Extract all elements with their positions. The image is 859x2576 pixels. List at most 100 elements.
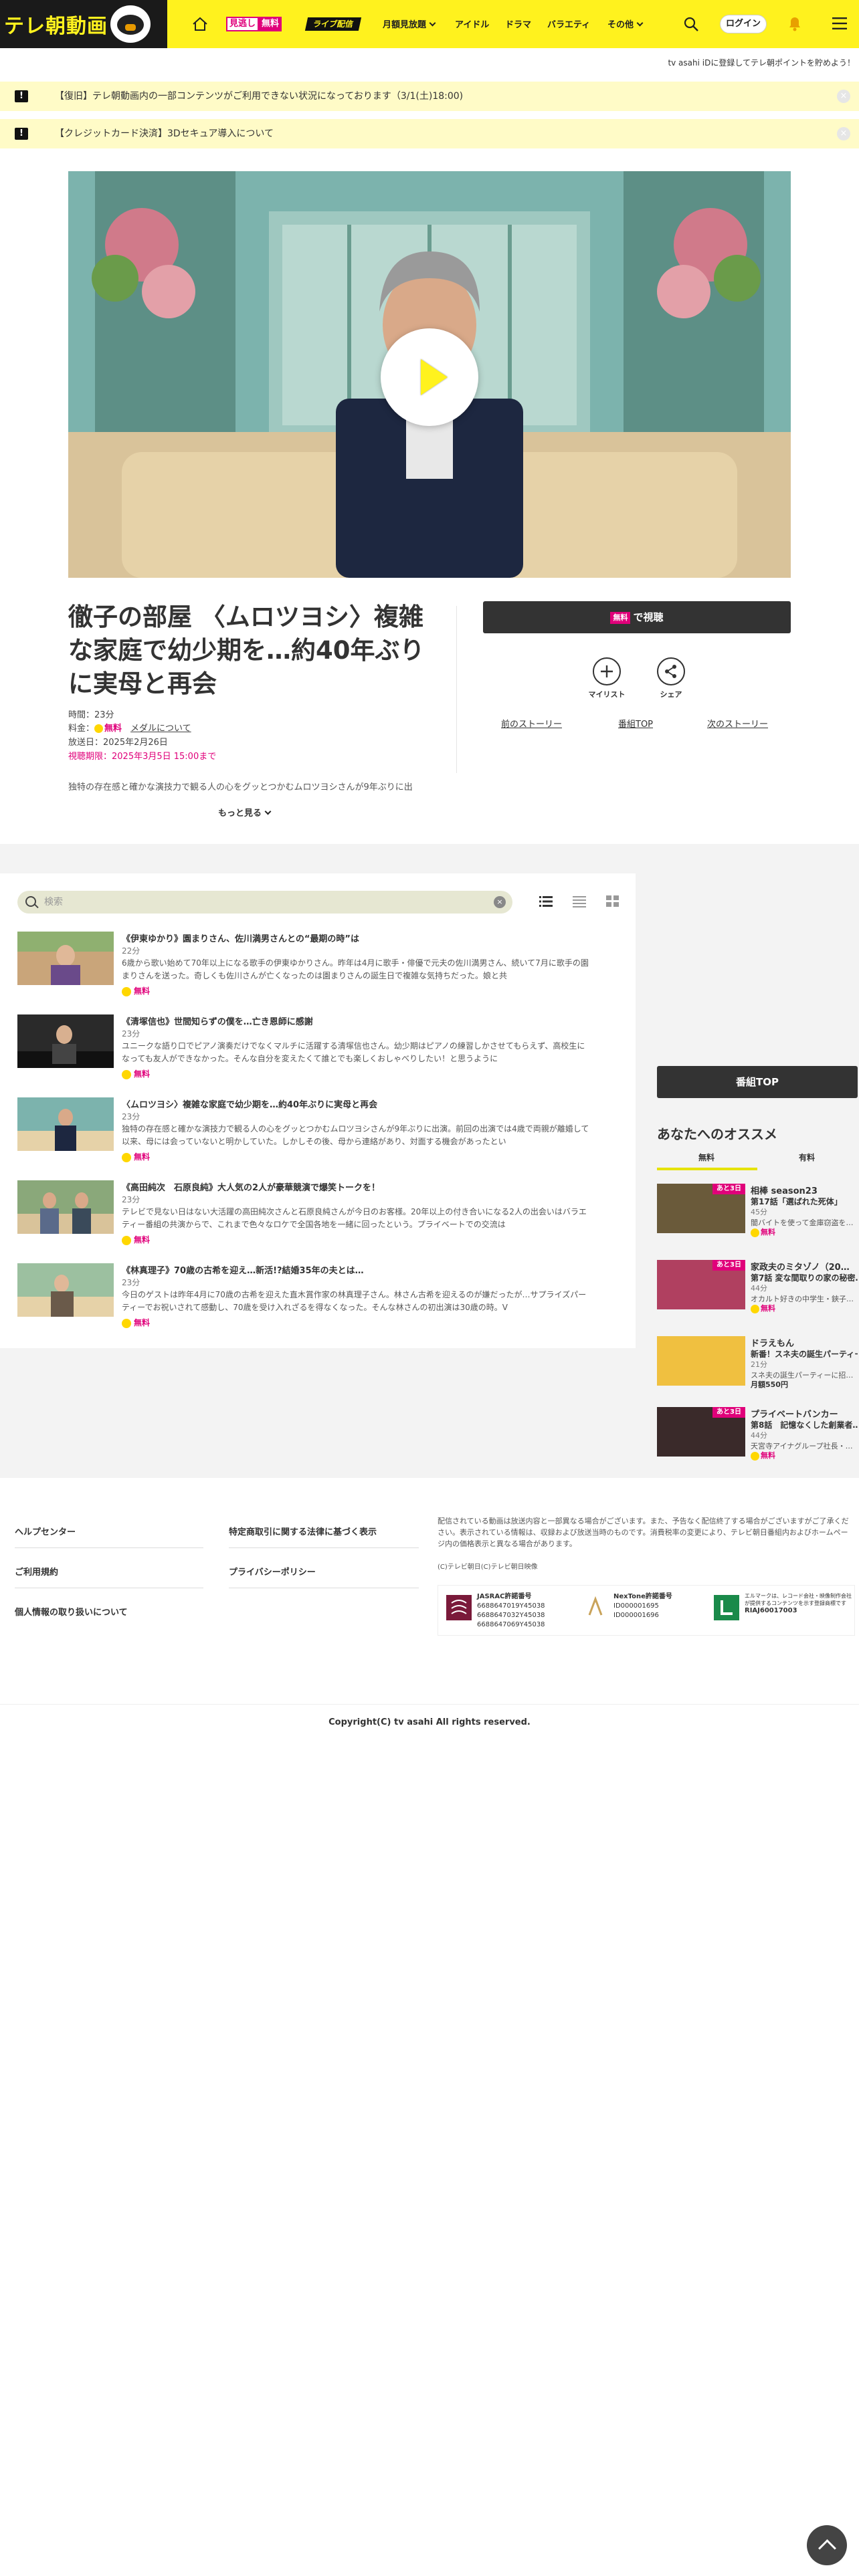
share-label: シェア (660, 690, 682, 699)
close-icon[interactable]: × (837, 90, 850, 103)
price-free: 無料 (104, 724, 122, 734)
episode-duration: 23分 (122, 1029, 140, 1039)
days-left-badge: あと3日 (712, 1407, 745, 1418)
nav-variety[interactable]: バラエティ (547, 17, 590, 30)
live-badge[interactable]: ライブ配信 (304, 17, 362, 31)
chevron-down-icon (429, 19, 436, 27)
hamburger-menu-icon[interactable] (832, 17, 847, 29)
list-item[interactable]: 《林真理子》70歳の古希を迎え…新活!?結婚35年の夫とは… 23分 今日のゲス… (17, 1263, 593, 1333)
license-box: JASRAC許諾番号 6688647019Y45038 6688647032Y4… (438, 1585, 855, 1636)
price-label: 無料 (761, 1304, 775, 1313)
l-mark-icon (714, 1595, 739, 1620)
coin-icon (751, 1228, 759, 1237)
recommend-thumbnail: あと3日 (657, 1407, 745, 1457)
close-icon[interactable]: × (837, 127, 850, 140)
home-icon[interactable] (191, 16, 209, 32)
list-item[interactable]: 《高田純次 石原良純》大人気の2人が豪華競演で爆笑トークを！ 23分 テレビで見… (17, 1180, 593, 1250)
footer-terms-link[interactable]: ご利用規約 (15, 1565, 58, 1578)
logo-text: テレ朝動画 (4, 15, 108, 38)
login-button[interactable]: ログイン (720, 15, 767, 33)
nav-drama[interactable]: ドラマ (505, 17, 531, 30)
free-label: 無料 (259, 17, 282, 31)
program-top-button[interactable]: 番組TOP (657, 1066, 858, 1098)
footer-help-link[interactable]: ヘルプセンター (15, 1525, 76, 1537)
recommend-title: プライベートバンカー (751, 1410, 838, 1420)
tab-paid[interactable]: 有料 (799, 1152, 815, 1163)
prev-story-link[interactable]: 前のストーリー (501, 717, 562, 730)
episode-description: 6歳から歌い始めて70年以上になる歌手の伊東ゆかりさん。昨年は4月に歌手・俳優で… (122, 958, 589, 980)
footer-privacy-policy-link[interactable]: プライバシーポリシー (229, 1565, 316, 1578)
nav-monthly[interactable]: 月額見放題 (383, 17, 436, 30)
search-icon[interactable] (683, 16, 699, 32)
show-more-button[interactable]: もっと見る (218, 806, 272, 819)
site-logo[interactable]: テレ朝動画 (0, 0, 167, 48)
nav-idol[interactable]: アイドル (455, 17, 489, 30)
episode-thumbnail (17, 1180, 114, 1234)
nextone-number: ID000001695 (613, 1602, 659, 1610)
list-item[interactable]: 〈ムロツヨシ〉複雑な家庭で幼少期を…約40年ぶりに実母と再会 23分 独特の存在… (17, 1097, 593, 1167)
divider (229, 1547, 419, 1548)
video-player[interactable] (68, 171, 791, 578)
show-more-label: もっと見る (218, 809, 262, 819)
recommend-item[interactable]: あと3日 家政夫のミタゾノ（20… 第7話 変な間取りの家の秘密… 44分 オカ… (657, 1260, 858, 1313)
recommend-item[interactable]: ドラえもん 新番！スネ夫の誕生パーティー… 21分 スネ夫の誕生パーティーに招…… (657, 1336, 858, 1390)
recommend-item[interactable]: あと3日 相棒 season23 第17話「選ばれた死体」 45分 闇バイトを使… (657, 1184, 858, 1237)
episode-search-input[interactable]: 検索 × (17, 891, 512, 914)
list-item[interactable]: 《伊東ゆかり》園まりさん、佐川満男さんとの“最期の時”は 22分 6歳から歌い始… (17, 932, 593, 1001)
play-button[interactable] (381, 328, 478, 426)
notice-text: 【クレジットカード決済】3Dセキュア導入について (55, 128, 274, 139)
clear-icon[interactable]: × (494, 896, 506, 908)
recommend-title: あなたへのオススメ (657, 1126, 777, 1142)
jasrac-title: JASRAC許諾番号 (477, 1593, 532, 1600)
footer-privacy-handling-link[interactable]: 個人情報の取り扱いについて (15, 1605, 128, 1618)
days-left-badge: あと3日 (712, 1260, 745, 1271)
share-button[interactable] (657, 657, 685, 685)
next-story-link[interactable]: 次のストーリー (707, 717, 768, 730)
recommend-duration: 44分 (751, 1284, 767, 1293)
detail-view-icon[interactable] (573, 895, 586, 907)
nav-other-label: その他 (607, 20, 634, 30)
nextone-info: NexTone許諾番号 ID000001695 ID000001696 (613, 1592, 672, 1620)
episode-duration: 時間：23分 (68, 710, 114, 720)
lmark-number: RIAJ60017003 (745, 1607, 797, 1614)
notification-bell-icon[interactable] (787, 15, 803, 32)
episode-description: 独特の存在感と確かな演技力で観る人の心をグッとつかむムロツヨシさんが9年ぶりに出 (68, 782, 413, 792)
missed-free-badge[interactable]: 見逃し 無料 (226, 17, 282, 31)
episode-description: ユニークな語り口でピアノ演奏だけでなくマルチに活躍する清塚信也さん。幼少期はピア… (122, 1041, 585, 1063)
nextone-title: NexTone許諾番号 (613, 1593, 672, 1600)
point-banner[interactable]: tv asahi iDに登録してテレ朝ポイントを貯めよう！ (0, 48, 859, 78)
footer-commercial-law-link[interactable]: 特定商取引に関する法律に基づく表示 (229, 1525, 377, 1537)
episode-duration: 23分 (122, 1278, 140, 1287)
notice-bar-3dsecure[interactable]: 【クレジットカード決済】3Dセキュア導入について × (0, 119, 859, 148)
grid-view-icon[interactable] (606, 895, 619, 907)
episode-duration: 23分 (122, 1112, 140, 1121)
episode-deadline: 視聴期限：2025年3月5日 15:00まで (68, 752, 217, 762)
back-to-top-button[interactable] (807, 2525, 847, 2565)
episode-title: 徹子の部屋 〈ムロツヨシ〉複雑な家庭で幼少期を…約40年ぶりに実母と再会 (68, 603, 425, 698)
recommend-subtitle: 新番！スネ夫の誕生パーティー… (751, 1350, 858, 1359)
jasrac-number: 6688647019Y45038 (477, 1602, 545, 1610)
footer-rights: (C)テレビ朝日(C)テレビ朝日映像 (438, 1564, 538, 1571)
lmark-info: エルマークは、レコード会社・映像制作会社が提供するコンテンツを示す登録商標です … (745, 1592, 852, 1614)
mylist-button[interactable] (593, 657, 621, 685)
coin-icon (122, 986, 131, 996)
tab-free[interactable]: 無料 (698, 1152, 714, 1163)
episode-thumbnail (17, 1263, 114, 1317)
list-item[interactable]: 《清塚信也》世間知らずの僕を…亡き恩師に感謝 23分 ユニークな語り口でピアノ演… (17, 1014, 593, 1084)
divider (0, 1704, 859, 1705)
free-badge: 無料 (610, 612, 631, 624)
recommend-item[interactable]: あと3日 プライベートバンカー 第8話 記憶なくした創業者… 44分 天宮寺アイ… (657, 1407, 858, 1461)
program-top-link[interactable]: 番組TOP (618, 717, 653, 730)
nav-other[interactable]: その他 (607, 17, 644, 30)
search-icon (25, 896, 36, 907)
episode-duration: 22分 (122, 946, 140, 956)
list-view-icon[interactable] (539, 895, 553, 907)
notice-bar-restored[interactable]: 【復旧】テレ朝動画内の一部コンテンツがご利用できない状況になっております（3/1… (0, 82, 859, 111)
missed-label: 見逃し (226, 17, 260, 31)
coin-icon (122, 1235, 131, 1245)
medal-link[interactable]: メダルについて (130, 724, 191, 734)
episode-aired: 放送日：2025年2月26日 (68, 738, 168, 748)
jasrac-number: 6688647032Y45038 (477, 1612, 545, 1619)
watch-free-button[interactable]: 無料 で視聴 (483, 601, 791, 633)
nextone-logo-icon (583, 1595, 608, 1620)
